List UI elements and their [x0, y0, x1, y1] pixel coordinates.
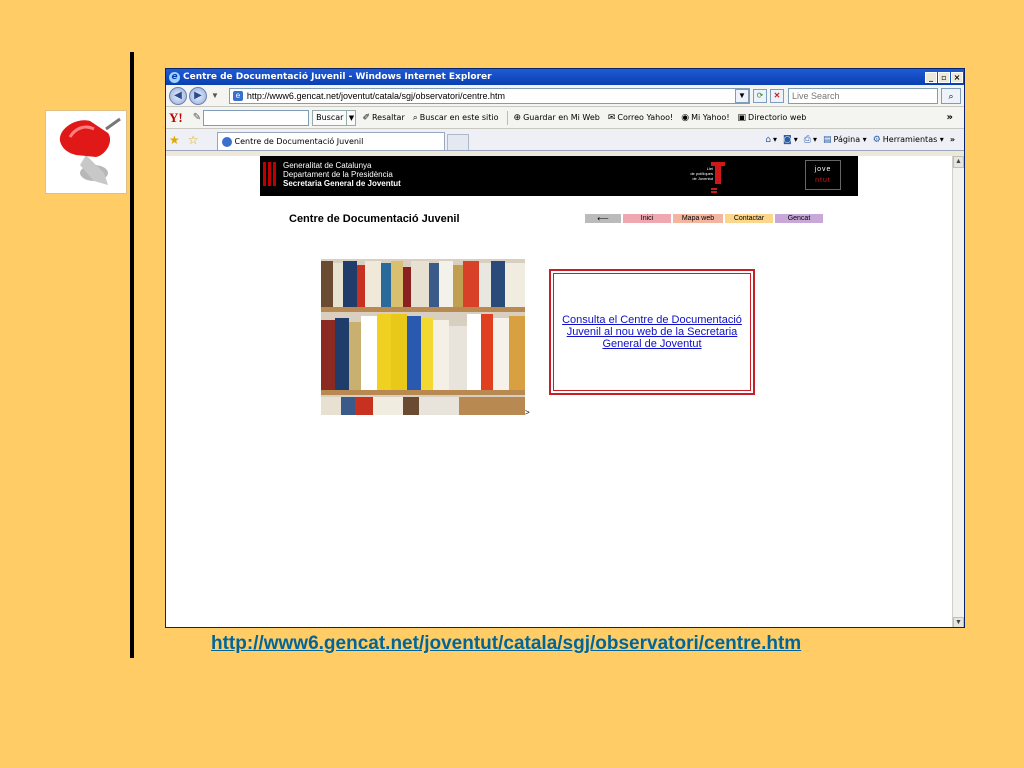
- highlight-button[interactable]: ✐ Resaltar: [362, 113, 404, 123]
- star-icon[interactable]: ★: [169, 133, 180, 147]
- back-arrow-icon[interactable]: ◀: [169, 86, 187, 105]
- save-icon: ⊕: [513, 112, 522, 123]
- home-icon[interactable]: ⌂ ▾: [765, 135, 777, 145]
- search-site-icon: ⌕: [412, 112, 418, 123]
- toolbar-overflow-icon[interactable]: »: [947, 112, 953, 123]
- save-my-web-button[interactable]: ⊕ Guardar en Mi Web: [514, 113, 600, 123]
- page-menu[interactable]: ▤ Página ▾: [823, 135, 867, 145]
- lleis-joventut-logo[interactable]: Llei de polítiques de Joventut: [675, 160, 725, 194]
- rss-icon[interactable]: ◙ ▾: [783, 135, 798, 145]
- stray-character: >: [525, 408, 530, 417]
- close-button[interactable]: ×: [951, 71, 963, 83]
- highlighter-icon: ✐: [362, 112, 370, 123]
- scroll-up-icon[interactable]: ▲: [953, 156, 964, 168]
- maximize-button[interactable]: ▫: [938, 71, 950, 83]
- refresh-icon[interactable]: ⟳: [753, 88, 767, 103]
- source-url-link[interactable]: http://www6.gencat.net/joventut/catala/s…: [211, 633, 801, 655]
- yahoo-search-button[interactable]: Buscar: [312, 109, 348, 126]
- tab-label: Centre de Documentació Juvenil: [234, 137, 364, 146]
- window-title: Centre de Documentació Juvenil - Windows…: [183, 72, 492, 82]
- yahoo-search-input[interactable]: [203, 109, 310, 126]
- yahoo-search-dropdown-icon[interactable]: ▼: [347, 109, 357, 126]
- search-site-button[interactable]: ⌕ Buscar en este sitio: [413, 113, 499, 123]
- web-directory-button[interactable]: ▣ Directorio web: [738, 113, 807, 123]
- address-dropdown-icon[interactable]: ▼: [735, 88, 749, 103]
- toolbar-separator: [506, 110, 508, 125]
- title-bar: e Centre de Documentació Juvenil - Windo…: [166, 69, 964, 85]
- slide-divider: [130, 52, 134, 658]
- site-nav: ⟵ Inici Mapa web Contactar Gencat: [585, 214, 823, 223]
- history-dropdown-icon[interactable]: ▼: [211, 91, 219, 100]
- search-icon[interactable]: ⌕: [941, 87, 961, 104]
- command-bar: ⌂ ▾ ◙ ▾ ⎙ ▾ ▤ Página ▾ ⚙ Herramientas ▾ »: [765, 135, 961, 145]
- vertical-scrollbar[interactable]: ▲ ▼: [952, 156, 964, 627]
- page-content: Generalitat de Catalunya Departament de …: [166, 156, 952, 627]
- nav-inici[interactable]: Inici: [623, 214, 671, 223]
- yahoo-mail-button[interactable]: ✉ Correo Yahoo!: [608, 113, 673, 123]
- nav-contactar[interactable]: Contactar: [725, 214, 773, 223]
- live-search-input[interactable]: Live Search: [788, 87, 938, 104]
- my-yahoo-button[interactable]: ◉ Mi Yahoo!: [681, 113, 729, 123]
- scroll-down-icon[interactable]: ▼: [953, 617, 964, 627]
- mail-icon: ✉: [607, 112, 616, 123]
- forward-arrow-icon[interactable]: ▶: [189, 86, 207, 105]
- page-title: Centre de Documentació Juvenil: [289, 213, 460, 225]
- tools-menu[interactable]: ⚙ Herramientas ▾: [873, 135, 944, 145]
- pencil-icon[interactable]: ✎: [193, 112, 201, 123]
- yahoo-toolbar: Y! ✎ Buscar ▼ ✐ Resaltar ⌕ Buscar en este …: [166, 107, 964, 129]
- notice-box: Consulta el Centre de Documentació Juven…: [549, 269, 755, 395]
- minimize-button[interactable]: _: [925, 71, 937, 83]
- add-favorite-icon[interactable]: ☆: [188, 133, 199, 147]
- page-menu-icon: ▤: [822, 134, 832, 145]
- browser-window: e Centre de Documentació Juvenil - Windo…: [165, 68, 965, 628]
- ie-tab-icon: [221, 136, 232, 147]
- generalitat-logo: [263, 162, 278, 186]
- command-overflow-icon[interactable]: »: [950, 135, 955, 144]
- joventut-logo[interactable]: jove ntut: [805, 160, 841, 190]
- nav-gencat[interactable]: Gencat: [775, 214, 823, 223]
- pushpin-icon: [45, 110, 127, 194]
- address-url[interactable]: http://www6.gencat.net/joventut/catala/s…: [247, 91, 732, 101]
- gear-icon: ⚙: [872, 134, 881, 145]
- ie-icon: e: [169, 71, 180, 83]
- site-banner: Generalitat de Catalunya Departament de …: [260, 156, 858, 196]
- nav-mapa-web[interactable]: Mapa web: [673, 214, 723, 223]
- stop-icon[interactable]: ✕: [770, 88, 784, 103]
- directory-icon: ▣: [737, 112, 747, 123]
- back-nav-button[interactable]: ⟵: [585, 214, 621, 223]
- generalitat-text: Generalitat de Catalunya Departament de …: [283, 161, 401, 188]
- bookshelf-photo: [321, 259, 525, 415]
- new-tab-button[interactable]: [446, 134, 469, 150]
- print-icon[interactable]: ⎙ ▾: [804, 135, 817, 145]
- yahoo-logo[interactable]: Y!: [169, 110, 183, 126]
- address-toolbar: ◀ ▶ ▼ e http://www6.gencat.net/joventut/…: [166, 85, 964, 107]
- page-icon: e: [232, 90, 243, 101]
- tab-active[interactable]: Centre de Documentació Juvenil: [216, 132, 445, 150]
- my-yahoo-icon: ◉: [681, 112, 690, 123]
- new-site-link[interactable]: Consulta el Centre de Documentació Juven…: [560, 314, 744, 350]
- address-field[interactable]: e http://www6.gencat.net/joventut/catala…: [228, 87, 750, 104]
- tab-bar: ★ ☆ Centre de Documentació Juvenil ⌂ ▾ ◙ ▾…: [166, 129, 964, 151]
